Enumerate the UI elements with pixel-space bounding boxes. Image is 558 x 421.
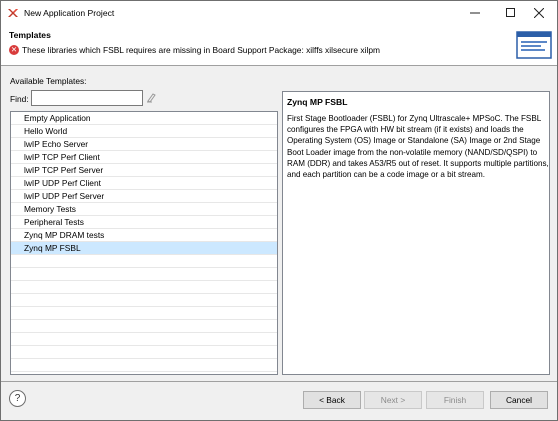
template-label: lwIP TCP Perf Client: [24, 152, 100, 162]
close-icon[interactable]: [521, 1, 557, 25]
title-bar[interactable]: New Application Project: [1, 1, 557, 25]
template-label: lwIP UDP Perf Server: [24, 191, 105, 201]
empty-row: [11, 294, 277, 307]
list-item[interactable]: Peripheral Tests: [11, 216, 277, 229]
error-message: These libraries which FSBL requires are …: [22, 45, 380, 55]
find-label: Find:: [10, 94, 29, 104]
finish-button[interactable]: Finish: [426, 391, 484, 409]
minimize-icon[interactable]: [457, 1, 493, 25]
template-label: lwIP UDP Perf Client: [24, 178, 101, 188]
template-label: Empty Application: [24, 113, 91, 123]
list-item[interactable]: Memory Tests: [11, 203, 277, 216]
template-label: lwIP Echo Server: [24, 139, 89, 149]
template-label: Zynq MP DRAM tests: [24, 230, 105, 240]
empty-row: [11, 255, 277, 268]
empty-row: [11, 359, 277, 372]
help-icon[interactable]: ?: [9, 390, 26, 407]
empty-row: [11, 320, 277, 333]
page-title: Templates: [9, 30, 51, 40]
available-templates-label: Available Templates:: [10, 76, 87, 86]
description-text: First Stage Bootloader (FSBL) for Zynq U…: [287, 114, 549, 180]
list-item[interactable]: lwIP UDP Perf Server: [11, 190, 277, 203]
header-banner: Templates ✕ These libraries which FSBL r…: [1, 25, 557, 66]
empty-row: [11, 307, 277, 320]
list-item[interactable]: Empty Application: [11, 112, 277, 125]
template-label: lwIP TCP Perf Server: [24, 165, 104, 175]
list-item[interactable]: lwIP UDP Perf Client: [11, 177, 277, 190]
next-button[interactable]: Next >: [364, 391, 422, 409]
empty-row: [11, 346, 277, 359]
window-title: New Application Project: [24, 8, 115, 18]
wizard-banner-icon: [516, 31, 552, 59]
clear-icon[interactable]: [146, 92, 157, 103]
list-item[interactable]: lwIP Echo Server: [11, 138, 277, 151]
find-input[interactable]: [31, 90, 143, 106]
description-title: Zynq MP FSBL: [287, 97, 348, 107]
template-label: Memory Tests: [24, 204, 76, 214]
new-application-project-window: New Application Project Templates ✕ Thes…: [0, 0, 558, 421]
list-item[interactable]: lwIP TCP Perf Client: [11, 151, 277, 164]
cancel-button[interactable]: Cancel: [490, 391, 548, 409]
templates-list[interactable]: Empty Application Hello World lwIP Echo Se…: [10, 111, 278, 375]
back-button[interactable]: < Back: [303, 391, 361, 409]
list-item[interactable]: Zynq MP DRAM tests: [11, 229, 277, 242]
template-label: Hello World: [24, 126, 68, 136]
empty-row: [11, 333, 277, 346]
empty-row: [11, 281, 277, 294]
description-panel: Zynq MP FSBL First Stage Bootloader (FSB…: [282, 91, 550, 375]
list-item[interactable]: lwIP TCP Perf Server: [11, 164, 277, 177]
list-item[interactable]: Zynq MP FSBL: [11, 242, 277, 255]
xilinx-logo-icon: [8, 9, 18, 17]
error-icon: ✕: [9, 45, 19, 55]
footer-divider: [1, 381, 557, 382]
template-label: Zynq MP FSBL: [24, 243, 81, 253]
empty-row: [11, 268, 277, 281]
list-item[interactable]: Hello World: [11, 125, 277, 138]
template-label: Peripheral Tests: [24, 217, 84, 227]
